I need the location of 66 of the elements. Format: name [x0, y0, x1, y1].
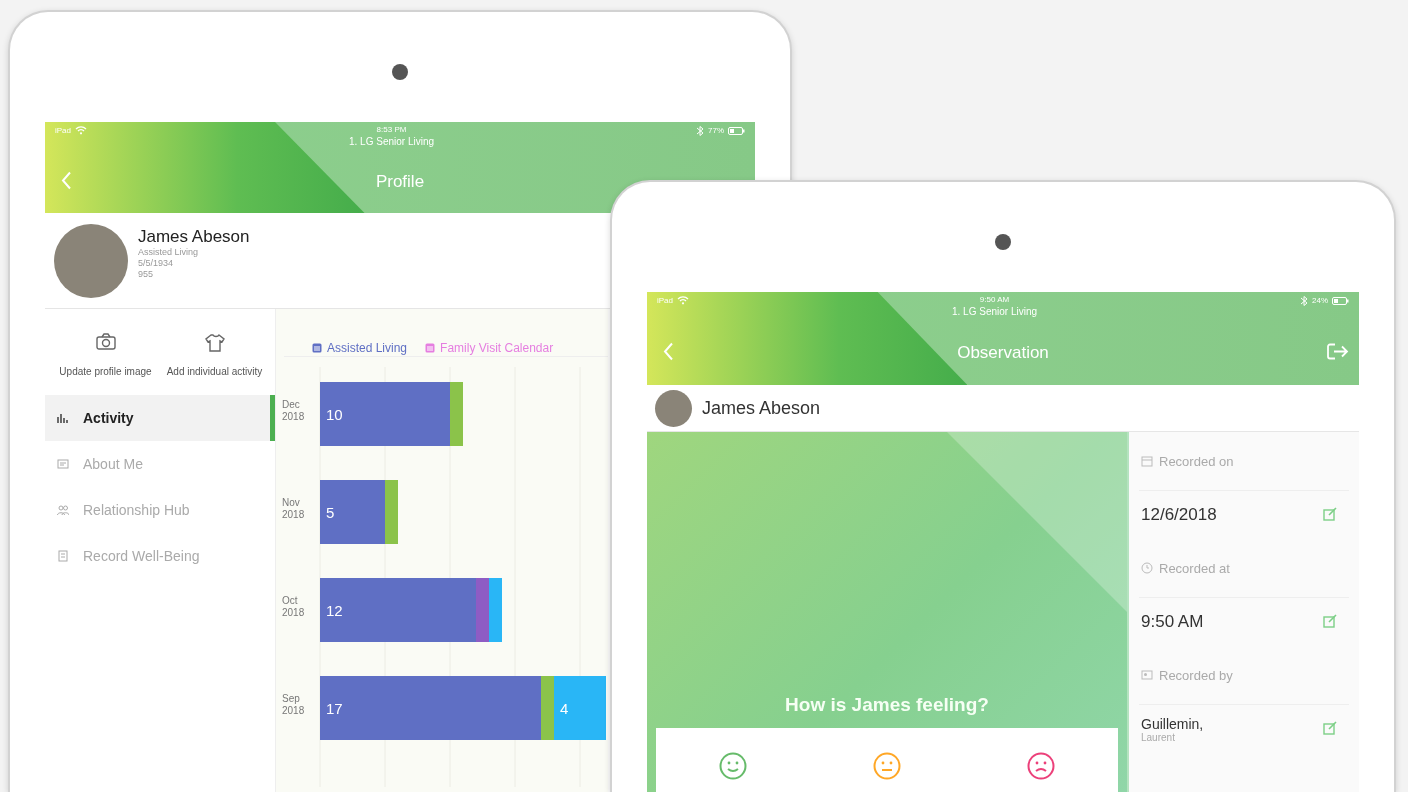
feeling-question: How is James feeling?: [785, 694, 989, 716]
resident-name: James Abeson: [702, 397, 821, 419]
field-value: 12/6/2018: [1141, 505, 1217, 525]
field-label: Recorded at: [1159, 560, 1230, 576]
battery-percentage: 24%: [1312, 296, 1328, 305]
sidebar-item[interactable]: Activity: [45, 395, 275, 441]
screen-title: Profile: [375, 171, 425, 192]
back-chevron-icon: [61, 170, 73, 190]
back-chevron-icon: [663, 341, 675, 361]
edit-icon: [1323, 506, 1337, 521]
resident-detail: 955: [138, 269, 155, 280]
edit-icon: [1323, 613, 1337, 628]
field-label: Recorded by: [1159, 667, 1233, 683]
calendar-icon: [312, 342, 322, 353]
exit-arrow-icon: [1326, 341, 1349, 361]
carrier-label: iPad: [55, 125, 71, 135]
camera-icon: [392, 64, 408, 80]
battery-icon: [728, 126, 745, 135]
bluetooth-icon: [696, 125, 704, 136]
status-time: 9:50 AM: [979, 295, 1010, 304]
field-value: 9:50 AM: [1141, 612, 1204, 632]
form-icon: [57, 550, 69, 562]
field-value: Guillemin,: [1141, 715, 1204, 732]
resident-detail: Assisted Living: [138, 247, 200, 258]
chart-icon: [57, 412, 69, 424]
screen-title: Observation: [957, 342, 1049, 363]
axis-label: Nov 2018: [282, 497, 305, 520]
photo-placeholder: [655, 389, 692, 427]
data-label: 17: [326, 700, 343, 717]
axis-label: Oct 2018: [282, 595, 305, 618]
edit-icon: [1323, 720, 1337, 735]
legend-label: Assisted Living: [327, 340, 408, 355]
field-label: Recorded on: [1159, 453, 1234, 469]
person-icon: [1141, 669, 1153, 681]
camera-icon: [95, 333, 116, 352]
data-label: 12: [326, 602, 343, 619]
people-icon: [57, 504, 69, 516]
data-label: 5: [326, 504, 335, 521]
bluetooth-icon: [1300, 295, 1308, 306]
field-subvalue: Laurent: [1141, 731, 1176, 743]
calendar-icon: [425, 342, 436, 353]
edit-button[interactable]: [1323, 720, 1337, 738]
axis-label: Sep 2018: [282, 693, 305, 716]
time-icon: [1141, 562, 1153, 574]
community-name: 1. LG Senior Living: [951, 306, 1038, 317]
edit-button[interactable]: [1323, 613, 1337, 631]
resident-name: James Abeson: [138, 227, 250, 247]
data-label: 4: [560, 700, 569, 717]
camera-icon: [995, 234, 1011, 250]
wifi-icon: [75, 125, 87, 135]
wifi-icon: [677, 295, 689, 305]
carrier-label: iPad: [657, 295, 673, 305]
legend-label: Family Visit Calendar: [440, 340, 554, 355]
update-photo-button[interactable]: Update profile image: [55, 333, 156, 379]
date-icon: [1141, 455, 1153, 467]
battery-icon: [1332, 296, 1349, 305]
status-time: 8:53 PM: [376, 125, 407, 134]
resident-detail: 5/5/1934: [138, 258, 175, 269]
shirt-icon: [204, 333, 225, 352]
community-name: 1. LG Senior Living: [348, 136, 435, 147]
data-label: 10: [326, 406, 343, 423]
card-icon: [57, 458, 69, 470]
axis-label: Dec 2018: [282, 399, 305, 422]
edit-button[interactable]: [1323, 506, 1337, 524]
battery-percentage: 77%: [708, 126, 724, 135]
add-activity-button[interactable]: Add individual activity: [164, 333, 265, 379]
